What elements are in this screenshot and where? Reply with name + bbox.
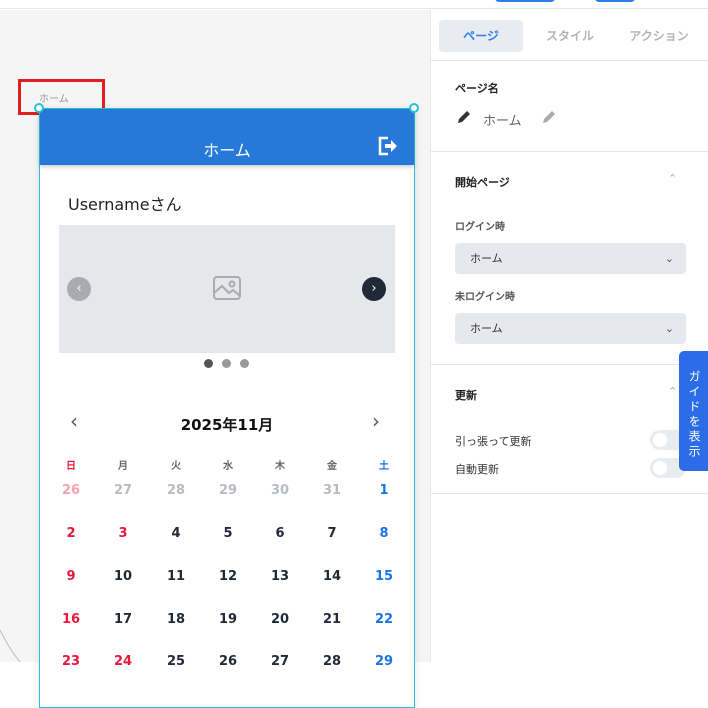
calendar-day[interactable]: 11 (156, 569, 196, 584)
login-page-select[interactable]: ホーム ⌄ (455, 243, 686, 274)
image-placeholder-icon (213, 276, 241, 300)
calendar-day[interactable]: 12 (208, 569, 248, 584)
properties-panel: ページ スタイル アクション ページ名 ホーム 開始ページ ⌃ ログイン時 ホー… (430, 10, 708, 662)
carousel-dot[interactable] (222, 359, 231, 368)
calendar-day[interactable]: 29 (208, 483, 248, 498)
calendar-day[interactable]: 26 (51, 483, 91, 498)
calendar-day[interactable]: 10 (103, 569, 143, 584)
page-name-label: ページ名 (455, 82, 499, 95)
resize-handle[interactable] (34, 103, 44, 113)
login-label: ログイン時 (455, 222, 505, 233)
image-carousel[interactable]: ‹ › (59, 225, 395, 353)
page-name-value: ホーム (483, 114, 522, 129)
calendar-day[interactable]: 17 (103, 612, 143, 627)
divider (431, 151, 708, 152)
calendar-day[interactable]: 28 (156, 483, 196, 498)
calendar-day[interactable]: 15 (364, 569, 404, 584)
login-page-value: ホーム (470, 252, 503, 265)
calendar-day[interactable]: 7 (312, 526, 352, 541)
carousel-prev-button[interactable]: ‹ (67, 277, 91, 301)
toolbar-button[interactable] (495, 0, 555, 2)
weekday-label: 火 (171, 461, 181, 472)
carousel-dot[interactable] (240, 359, 249, 368)
pencil-icon (458, 111, 470, 123)
weekday-label: 金 (327, 461, 337, 472)
carousel-next-button[interactable]: › (362, 277, 386, 301)
weekday-label: 土 (379, 461, 389, 472)
calendar-day[interactable]: 3 (103, 526, 143, 541)
carousel-dot-active[interactable] (204, 359, 213, 368)
divider (431, 60, 708, 61)
calendar-day[interactable]: 30 (260, 483, 300, 498)
calendar-day[interactable]: 1 (364, 483, 404, 498)
app-bar-title: ホーム (203, 141, 251, 160)
refresh-title: 更新 (455, 389, 477, 402)
calendar-day[interactable]: 5 (208, 526, 248, 541)
resize-handle[interactable] (409, 103, 419, 113)
calendar-day[interactable]: 14 (312, 569, 352, 584)
calendar-day[interactable]: 16 (51, 612, 91, 627)
calendar-day[interactable]: 18 (156, 612, 196, 627)
collapse-chevron-icon[interactable]: ⌃ (668, 385, 677, 398)
edit-icon[interactable] (541, 110, 556, 125)
phone-frame[interactable]: ホーム Usernameさん ‹ › ‹ 2025年11月 › 日 月 火 水 木 金 土 2… (39, 108, 415, 708)
weekday-label: 日 (66, 461, 76, 472)
weekday-label: 月 (118, 461, 128, 472)
app-bar: ホーム (40, 109, 414, 165)
weekday-label: 水 (223, 461, 233, 472)
start-page-title: 開始ページ (455, 176, 510, 189)
logout-label: 未ログイン時 (455, 292, 515, 303)
calendar-day[interactable]: 21 (312, 612, 352, 627)
chevron-down-icon: ⌄ (664, 252, 674, 265)
calendar-day[interactable]: 31 (312, 483, 352, 498)
top-toolbar (0, 0, 708, 9)
show-guide-button[interactable]: ガイドを表示 (679, 351, 708, 471)
connector-line (0, 629, 21, 662)
calendar-day[interactable]: 22 (364, 612, 404, 627)
calendar-day[interactable]: 27 (103, 483, 143, 498)
calendar-day[interactable]: 13 (260, 569, 300, 584)
logout-icon[interactable] (376, 135, 398, 157)
tab-page[interactable]: ページ (439, 20, 523, 52)
divider (431, 364, 708, 365)
toolbar-button[interactable] (595, 0, 635, 2)
calendar-day[interactable]: 4 (156, 526, 196, 541)
greeting-text: Usernameさん (68, 195, 182, 214)
calendar-title: 2025年11月 (180, 416, 274, 434)
tab-style[interactable]: スタイル (528, 20, 612, 52)
weekday-label: 木 (275, 461, 285, 472)
divider (431, 493, 708, 494)
pull-refresh-label: 引っ張って更新 (455, 435, 532, 448)
collapse-chevron-icon[interactable]: ⌃ (668, 172, 677, 185)
tab-action[interactable]: アクション (617, 20, 701, 52)
calendar-day[interactable]: 19 (208, 612, 248, 627)
calendar-next-button[interactable]: › (372, 409, 380, 433)
auto-refresh-label: 自動更新 (455, 463, 499, 476)
calendar-day[interactable]: 2 (51, 526, 91, 541)
calendar-day[interactable]: 20 (260, 612, 300, 627)
calendar-day[interactable]: 6 (260, 526, 300, 541)
calendar-day[interactable]: 9 (51, 569, 91, 584)
logout-page-select[interactable]: ホーム ⌄ (455, 313, 686, 344)
calendar-day[interactable]: 8 (364, 526, 404, 541)
chevron-down-icon: ⌄ (664, 322, 674, 335)
logout-page-value: ホーム (470, 322, 503, 335)
